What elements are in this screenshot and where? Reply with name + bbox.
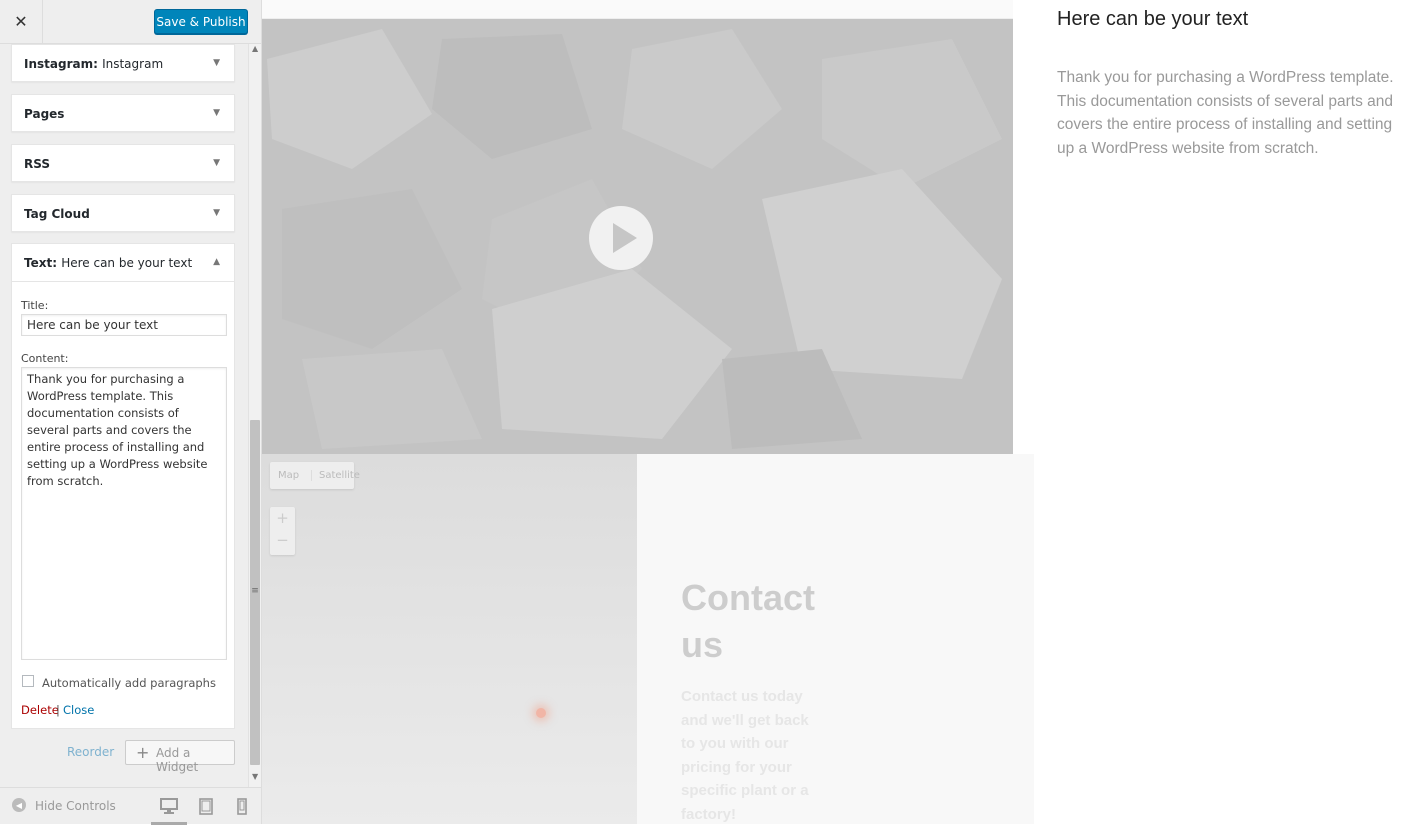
scrollbar-thumb[interactable]: ≡ xyxy=(250,420,260,765)
add-widget-button[interactable]: + Add a Widget xyxy=(125,740,235,774)
auto-paragraphs-checkbox[interactable] xyxy=(22,675,34,687)
caret-down-icon[interactable]: ▼ xyxy=(213,58,220,68)
widget-name: Instagram xyxy=(24,57,94,71)
map-type-control: Map Satellite xyxy=(270,462,360,489)
customizer-header: ✕ Save & Publish xyxy=(0,0,261,44)
widget-subtitle: Instagram xyxy=(102,57,164,71)
widget-text-header[interactable]: Text: Here can be your text ▲ xyxy=(12,244,234,282)
widget-rss[interactable]: RSS ▼ xyxy=(11,144,235,182)
preview-top-strip xyxy=(262,0,1013,19)
map-button[interactable]: Map xyxy=(278,470,299,481)
zoom-out-button[interactable]: − xyxy=(270,531,295,549)
close-link[interactable]: Close xyxy=(63,703,94,717)
widget-instagram[interactable]: Instagram: Instagram ▼ xyxy=(11,44,235,82)
zoom-in-button[interactable]: + xyxy=(270,509,295,527)
widget-preview-title: Here can be your text xyxy=(1057,8,1249,30)
desktop-icon[interactable] xyxy=(160,796,178,816)
add-widget-label: Add a Widget xyxy=(156,746,199,774)
zoom-control: + − xyxy=(270,507,295,555)
content-label: Content: xyxy=(21,352,69,365)
contact-heading: Contact us xyxy=(681,577,815,665)
caret-down-icon[interactable]: ▼ xyxy=(213,108,220,118)
save-publish-button[interactable]: Save & Publish xyxy=(154,9,248,34)
map-section[interactable]: Map Satellite + − xyxy=(262,454,637,824)
reorder-link[interactable]: Reorder xyxy=(67,745,114,759)
contact-section: Contact us Contact us today and we'll ge… xyxy=(637,454,1034,824)
caret-up-icon[interactable]: ▲ xyxy=(213,257,220,267)
widget-name: Tag Cloud xyxy=(24,207,90,221)
play-button[interactable] xyxy=(589,206,653,270)
mobile-icon[interactable] xyxy=(233,796,251,816)
customizer-sidebar: ✕ Save & Publish Instagram: Instagram ▼ … xyxy=(0,0,262,825)
caret-down-icon[interactable]: ▼ xyxy=(213,208,220,218)
hide-controls-label[interactable]: Hide Controls xyxy=(35,799,116,813)
auto-paragraphs-label: Automatically add paragraphs xyxy=(42,676,216,690)
widget-name: Pages xyxy=(24,107,65,121)
plus-icon: + xyxy=(136,743,150,762)
customizer-footer: ◀ Hide Controls xyxy=(0,787,261,825)
satellite-button[interactable]: Satellite xyxy=(311,470,360,481)
grip-icon: ≡ xyxy=(251,586,259,596)
caret-down-icon[interactable]: ▼ xyxy=(213,158,220,168)
link-separator: | xyxy=(56,703,60,717)
close-icon[interactable]: ✕ xyxy=(0,0,43,43)
delete-link[interactable]: Delete xyxy=(21,703,59,717)
video-section xyxy=(262,19,1013,454)
widget-text-expanded: Text: Here can be your text ▲ Title: Con… xyxy=(11,243,235,729)
widget-tag-cloud[interactable]: Tag Cloud ▼ xyxy=(11,194,235,232)
widget-subtitle: Here can be your text xyxy=(61,256,193,270)
sidebar-scrollbar[interactable]: ▲ ≡ ▼ xyxy=(248,44,261,787)
map-marker-icon[interactable] xyxy=(536,708,546,718)
widget-pages[interactable]: Pages ▼ xyxy=(11,94,235,132)
tablet-icon[interactable] xyxy=(197,796,215,816)
widget-name: Text xyxy=(24,256,53,270)
title-input[interactable] xyxy=(21,314,227,336)
widget-name: RSS xyxy=(24,157,50,171)
text-widget-preview: Here can be your text Thank you for purc… xyxy=(1034,0,1411,824)
contact-text: Contact us today and we'll get back to y… xyxy=(681,688,809,823)
widget-list: Instagram: Instagram ▼ Pages ▼ RSS ▼ Tag… xyxy=(0,44,248,787)
site-preview: Map Satellite + − Contact us Contact us … xyxy=(262,0,1411,824)
content-textarea[interactable]: Thank you for purchasing a WordPress tem… xyxy=(21,367,227,660)
title-label: Title: xyxy=(21,299,49,312)
scroll-down-icon[interactable]: ▼ xyxy=(252,772,258,781)
scroll-up-icon[interactable]: ▲ xyxy=(252,44,258,53)
widget-preview-text: Thank you for purchasing a WordPress tem… xyxy=(1057,69,1394,157)
hide-controls-icon[interactable]: ◀ xyxy=(12,798,26,812)
play-icon xyxy=(613,223,637,253)
